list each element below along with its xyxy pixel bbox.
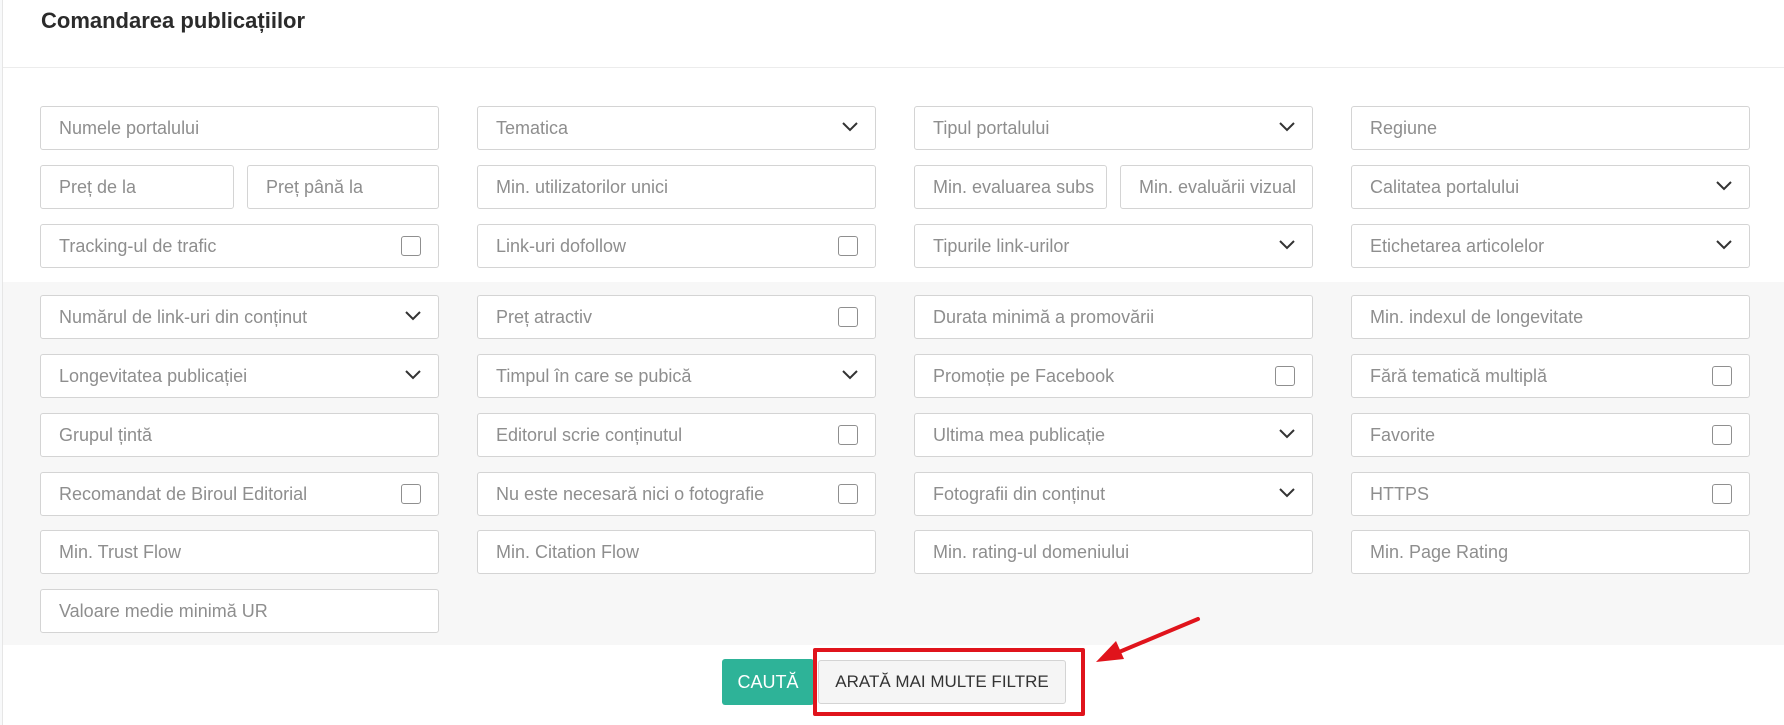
- field-label: Preț până la: [266, 177, 364, 197]
- field-label: Min. evaluarea subs: [933, 177, 1095, 197]
- checkbox[interactable]: [401, 484, 421, 504]
- tracking-ul-de-trafic-checkbox-field[interactable]: Tracking-ul de trafic: [40, 224, 439, 268]
- field-label: Tematica: [496, 118, 569, 138]
- field-label: Ultima mea publicație: [933, 425, 1106, 445]
- checkbox[interactable]: [1712, 366, 1732, 386]
- field-label: Min. utilizatorilor unici: [496, 177, 669, 197]
- pret-de-la-input[interactable]: Preț de la: [40, 165, 234, 209]
- field-label: Tipul portalului: [933, 118, 1050, 138]
- nu-este-necesara-nici-o-fotografie-checkbox-field[interactable]: Nu este necesară nici o fotografie: [477, 472, 876, 516]
- checkbox[interactable]: [838, 484, 858, 504]
- checkbox[interactable]: [1712, 425, 1732, 445]
- numele-portalului-input[interactable]: Numele portalului: [40, 106, 439, 150]
- field-label: Recomandat de Biroul Editorial: [59, 484, 308, 504]
- promotie-pe-facebook-checkbox-field[interactable]: Promoție pe Facebook: [914, 354, 1313, 398]
- chevron-down-icon: [1278, 121, 1296, 133]
- field-label: HTTPS: [1370, 484, 1430, 504]
- field-label: Min. rating-ul domeniului: [933, 542, 1130, 562]
- search-button[interactable]: CAUTĂ: [722, 659, 814, 705]
- header-divider: [3, 67, 1784, 68]
- pret-pana-la-input[interactable]: Preț până la: [247, 165, 439, 209]
- etichetarea-articolelor-dropdown[interactable]: Etichetarea articolelor: [1351, 224, 1750, 268]
- min-rating-ul-domeniului-input[interactable]: Min. rating-ul domeniului: [914, 530, 1313, 574]
- timpul-in-care-se-pubica-dropdown[interactable]: Timpul în care se pubică: [477, 354, 876, 398]
- chevron-down-icon: [1278, 428, 1296, 440]
- field-label: Nu este necesară nici o fotografie: [496, 484, 765, 504]
- favorite-checkbox-field[interactable]: Favorite: [1351, 413, 1750, 457]
- tematica-dropdown[interactable]: Tematica: [477, 106, 876, 150]
- valoare-medie-minima-ur-input[interactable]: Valoare medie minimă UR: [40, 589, 439, 633]
- chevron-down-icon: [1278, 239, 1296, 251]
- grupul-tinta-input[interactable]: Grupul țintă: [40, 413, 439, 457]
- editorul-scrie-continutul-checkbox-field[interactable]: Editorul scrie conținutul: [477, 413, 876, 457]
- ultima-mea-publicatie-dropdown[interactable]: Ultima mea publicație: [914, 413, 1313, 457]
- field-label: Fără tematică multiplă: [1370, 366, 1548, 386]
- chevron-down-icon: [1278, 487, 1296, 499]
- checkbox[interactable]: [401, 236, 421, 256]
- field-label: Tipurile link-urilor: [933, 236, 1070, 256]
- field-label: Regiune: [1370, 118, 1438, 138]
- https-checkbox-field[interactable]: HTTPS: [1351, 472, 1750, 516]
- pret-atractiv-checkbox-field[interactable]: Preț atractiv: [477, 295, 876, 339]
- field-label: Tracking-ul de trafic: [59, 236, 217, 256]
- chevron-down-icon: [404, 369, 422, 381]
- field-label: Editorul scrie conținutul: [496, 425, 683, 445]
- fotografii-din-continut-dropdown[interactable]: Fotografii din conținut: [914, 472, 1313, 516]
- field-label: Preț de la: [59, 177, 137, 197]
- field-label: Favorite: [1370, 425, 1436, 445]
- tipul-portalului-dropdown[interactable]: Tipul portalului: [914, 106, 1313, 150]
- field-label: Min. Trust Flow: [59, 542, 182, 562]
- regiune-input[interactable]: Regiune: [1351, 106, 1750, 150]
- checkbox[interactable]: [838, 307, 858, 327]
- arrow-annotation-icon: [1096, 617, 1200, 662]
- field-label: Numele portalului: [59, 118, 200, 138]
- chevron-down-icon: [1715, 180, 1733, 192]
- field-label: Preț atractiv: [496, 307, 593, 327]
- min-citation-flow-input[interactable]: Min. Citation Flow: [477, 530, 876, 574]
- field-label: Fotografii din conținut: [933, 484, 1106, 504]
- chevron-down-icon: [841, 369, 859, 381]
- min-trust-flow-input[interactable]: Min. Trust Flow: [40, 530, 439, 574]
- field-label: Durata minimă a promovării: [933, 307, 1155, 327]
- fara-tematica-multipla-checkbox-field[interactable]: Fără tematică multiplă: [1351, 354, 1750, 398]
- min-page-rating-input[interactable]: Min. Page Rating: [1351, 530, 1750, 574]
- field-label: Min. Page Rating: [1370, 542, 1509, 562]
- chevron-down-icon: [404, 310, 422, 322]
- checkbox[interactable]: [838, 425, 858, 445]
- min-evaluarea-subs-input[interactable]: Min. evaluarea subs: [914, 165, 1107, 209]
- page-title: Comandarea publicațiilor: [41, 8, 306, 33]
- durata-minima-a-promovarii-input[interactable]: Durata minimă a promovării: [914, 295, 1313, 339]
- field-label: Min. evaluării vizual: [1139, 177, 1297, 197]
- field-label: Min. indexul de longevitate: [1370, 307, 1584, 327]
- checkbox[interactable]: [1275, 366, 1295, 386]
- longevitatea-publicatiei-dropdown[interactable]: Longevitatea publicației: [40, 354, 439, 398]
- numarul-de-link-uri-din-continut-dropdown[interactable]: Numărul de link-uri din conținut: [40, 295, 439, 339]
- min-evaluarii-vizual-input[interactable]: Min. evaluării vizual: [1120, 165, 1313, 209]
- show-more-filters-button[interactable]: ARATĂ MAI MULTE FILTRE: [818, 660, 1066, 704]
- field-label: Etichetarea articolelor: [1370, 236, 1545, 256]
- field-label: Min. Citation Flow: [496, 542, 640, 562]
- field-label: Timpul în care se pubică: [496, 366, 692, 386]
- checkbox[interactable]: [838, 236, 858, 256]
- chevron-down-icon: [841, 121, 859, 133]
- field-label: Valoare medie minimă UR: [59, 601, 268, 621]
- link-uri-dofollow-checkbox-field[interactable]: Link-uri dofollow: [477, 224, 876, 268]
- field-label: Link-uri dofollow: [496, 236, 627, 256]
- min-utilizatorilor-unici-input[interactable]: Min. utilizatorilor unici: [477, 165, 876, 209]
- field-label: Numărul de link-uri din conținut: [59, 307, 308, 327]
- checkbox[interactable]: [1712, 484, 1732, 504]
- field-label: Longevitatea publicației: [59, 366, 248, 386]
- field-label: Grupul țintă: [59, 425, 153, 445]
- field-label: Calitatea portalului: [1370, 177, 1520, 197]
- min-indexul-de-longevitate-input[interactable]: Min. indexul de longevitate: [1351, 295, 1750, 339]
- calitatea-portalului-dropdown[interactable]: Calitatea portalului: [1351, 165, 1750, 209]
- chevron-down-icon: [1715, 239, 1733, 251]
- recomandat-de-biroul-editorial-checkbox-field[interactable]: Recomandat de Biroul Editorial: [40, 472, 439, 516]
- field-label: Promoție pe Facebook: [933, 366, 1115, 386]
- tipurile-link-urilor-dropdown[interactable]: Tipurile link-urilor: [914, 224, 1313, 268]
